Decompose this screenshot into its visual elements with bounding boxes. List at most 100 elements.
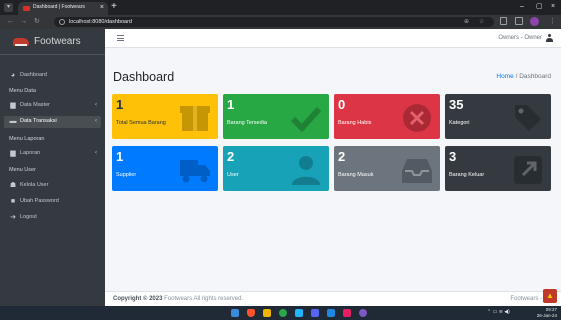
page-title: Dashboard — [113, 70, 175, 84]
browser-tab[interactable]: Dashboard | Footwears × — [18, 2, 108, 15]
brand-link[interactable]: Footwears — [0, 29, 105, 55]
info-box-barang-keluar: 3 Barang Keluar — [445, 146, 551, 191]
window-menu-icon[interactable]: ▾ — [4, 3, 13, 12]
info-box-barang-tersedia: 1 Barang Tersedia — [223, 94, 329, 139]
sidebar-item-ubah-password[interactable]: ■ Ubah Password — [0, 196, 105, 208]
copyright-label: Copyright © 2023 — [113, 295, 163, 302]
clock-date: 26-Jan-24 — [536, 313, 557, 318]
vscode-icon[interactable] — [327, 309, 335, 317]
bookmark-star-icon[interactable]: ☆ — [479, 18, 484, 26]
site-info-icon[interactable] — [59, 19, 65, 25]
info-box-label: Barang Habis — [338, 120, 372, 126]
user-icon — [291, 155, 321, 185]
sidebar-item-laporan[interactable]: ▆ Laporan ‹ — [0, 148, 105, 160]
users-cog-icon: ☗ — [9, 182, 17, 189]
breadcrumb-home-link[interactable]: Home — [496, 73, 513, 80]
close-window-button[interactable]: × — [551, 2, 555, 12]
sidebar-item-dashboard[interactable]: ◕ Dashboard — [0, 70, 105, 82]
browser-toolbar: ← → ↻ localhost:8080/dashboard ⊕ ☆ — [0, 15, 561, 29]
info-box-supplier: 1 Supplier — [112, 146, 218, 191]
chevron-left-icon: ‹ — [95, 101, 97, 108]
file-icon: ▆ — [10, 102, 16, 109]
file-icon: ▆ — [10, 150, 16, 157]
zoom-icon[interactable]: ⊕ — [464, 18, 469, 26]
info-box-value: 2 — [227, 149, 235, 164]
info-box-value: 3 — [449, 149, 457, 164]
user-icon[interactable] — [546, 34, 553, 42]
sidebar-item-logout[interactable]: ➔ Logout — [0, 212, 105, 224]
info-box-value: 0 — [338, 97, 346, 112]
box-icon — [180, 103, 210, 133]
brave-browser-icon[interactable] — [247, 309, 255, 317]
sidebar-item-data-transaksi[interactable]: ▬ Data Transaksi ‹ — [4, 116, 101, 128]
lock-icon: ■ — [10, 198, 16, 205]
info-box-label: Kategori — [449, 120, 470, 126]
shoe-logo-icon — [13, 38, 29, 46]
check-icon — [290, 103, 322, 133]
app-icon[interactable] — [295, 309, 303, 317]
file-explorer-icon[interactable] — [263, 309, 271, 317]
breadcrumb-separator: / — [515, 73, 518, 80]
sidebar-item-label: Laporan — [20, 150, 41, 156]
back-icon[interactable]: ← — [7, 17, 14, 27]
windows-start-icon[interactable] — [231, 309, 239, 317]
info-box-barang-masuk: 2 Barang Masuk — [334, 146, 440, 191]
info-box-kategori: 35 Kategori — [445, 94, 551, 139]
new-tab-button[interactable]: + — [111, 1, 117, 13]
external-link-icon — [513, 155, 543, 185]
footer: Copyright © 2023 Footwears All rights re… — [105, 291, 561, 306]
top-navbar: Owners - Owner — [105, 29, 561, 48]
sidebar-item-data-master[interactable]: ▆ Data Master ‹ — [0, 100, 105, 112]
app-icon[interactable] — [343, 309, 351, 317]
favicon-icon — [23, 6, 30, 11]
sidebar-item-label: Dashboard — [20, 72, 47, 78]
times-circle-icon — [402, 103, 432, 133]
sidebar-item-label: Kelola User — [20, 182, 49, 188]
brand-name: Footwears — [34, 36, 81, 47]
tags-icon — [513, 103, 543, 133]
sidebar-item-label: Data Master — [20, 102, 50, 108]
browser-menu-icon[interactable]: ⋮ — [549, 17, 556, 27]
info-box-label: User — [227, 172, 239, 178]
truck-icon — [180, 155, 210, 185]
app-icon[interactable] — [359, 309, 367, 317]
info-box-label: Total Semua Barang — [116, 120, 166, 126]
info-box-value: 1 — [116, 97, 124, 112]
info-box-value: 35 — [449, 97, 464, 112]
browser-tab-bar: ▾ Dashboard | Footwears × + – ▢ × — [0, 0, 561, 15]
info-box-label: Barang Masuk — [338, 172, 374, 178]
tray-icons[interactable]: ⌃ ▭ ≋ ◀) — [487, 309, 510, 315]
hamburger-menu-icon[interactable] — [117, 35, 124, 41]
sidebar-item-label: Ubah Password — [20, 198, 59, 204]
info-box-barang-habis: 0 Barang Habis — [334, 94, 440, 139]
address-bar[interactable]: localhost:8080/dashboard ⊕ ☆ — [54, 17, 494, 27]
breadcrumb-current: Dashboard — [519, 73, 551, 80]
info-box-value: 1 — [116, 149, 124, 164]
os-taskbar: ⌃ ▭ ≋ ◀) 09:27 26-Jan-24 — [0, 306, 561, 320]
info-box-value: 1 — [227, 97, 235, 112]
sidebar: Footwears ◕ Dashboard Menu Data ▆ Data M… — [0, 29, 105, 306]
flame-app-icon[interactable]: ▲ — [543, 289, 557, 303]
sidepanel-icon[interactable] — [515, 17, 523, 25]
copyright-rest: Footwears All rights reserved. — [162, 295, 244, 302]
maximize-button[interactable]: ▢ — [536, 2, 543, 12]
info-box-user: 2 User — [223, 146, 329, 191]
content-wrapper: Dashboard Home / Dashboard 1 Total Semua … — [105, 48, 561, 291]
discord-icon[interactable] — [311, 309, 319, 317]
minimize-button[interactable]: – — [520, 2, 524, 12]
profile-avatar[interactable] — [530, 17, 539, 26]
breadcrumb: Home / Dashboard — [496, 73, 551, 80]
reload-icon[interactable]: ↻ — [34, 17, 40, 27]
chrome-icon[interactable] — [279, 309, 287, 317]
info-box-total-semua-barang: 1 Total Semua Barang — [112, 94, 218, 139]
info-box-label: Supplier — [116, 172, 137, 178]
sidebar-item-kelola-user[interactable]: ☗ Kelola User — [0, 180, 105, 192]
user-menu-label[interactable]: Owners - Owner — [498, 35, 542, 41]
taskbar-clock[interactable]: 09:27 26-Jan-24 — [537, 307, 557, 319]
info-box-label: Barang Keluar — [449, 172, 485, 178]
sidebar-header-menu-laporan: Menu Laporan — [9, 136, 45, 142]
forward-icon[interactable]: → — [20, 17, 27, 27]
tab-close-icon[interactable]: × — [100, 3, 104, 12]
chevron-left-icon: ‹ — [95, 117, 97, 124]
extensions-icon[interactable] — [500, 17, 507, 25]
